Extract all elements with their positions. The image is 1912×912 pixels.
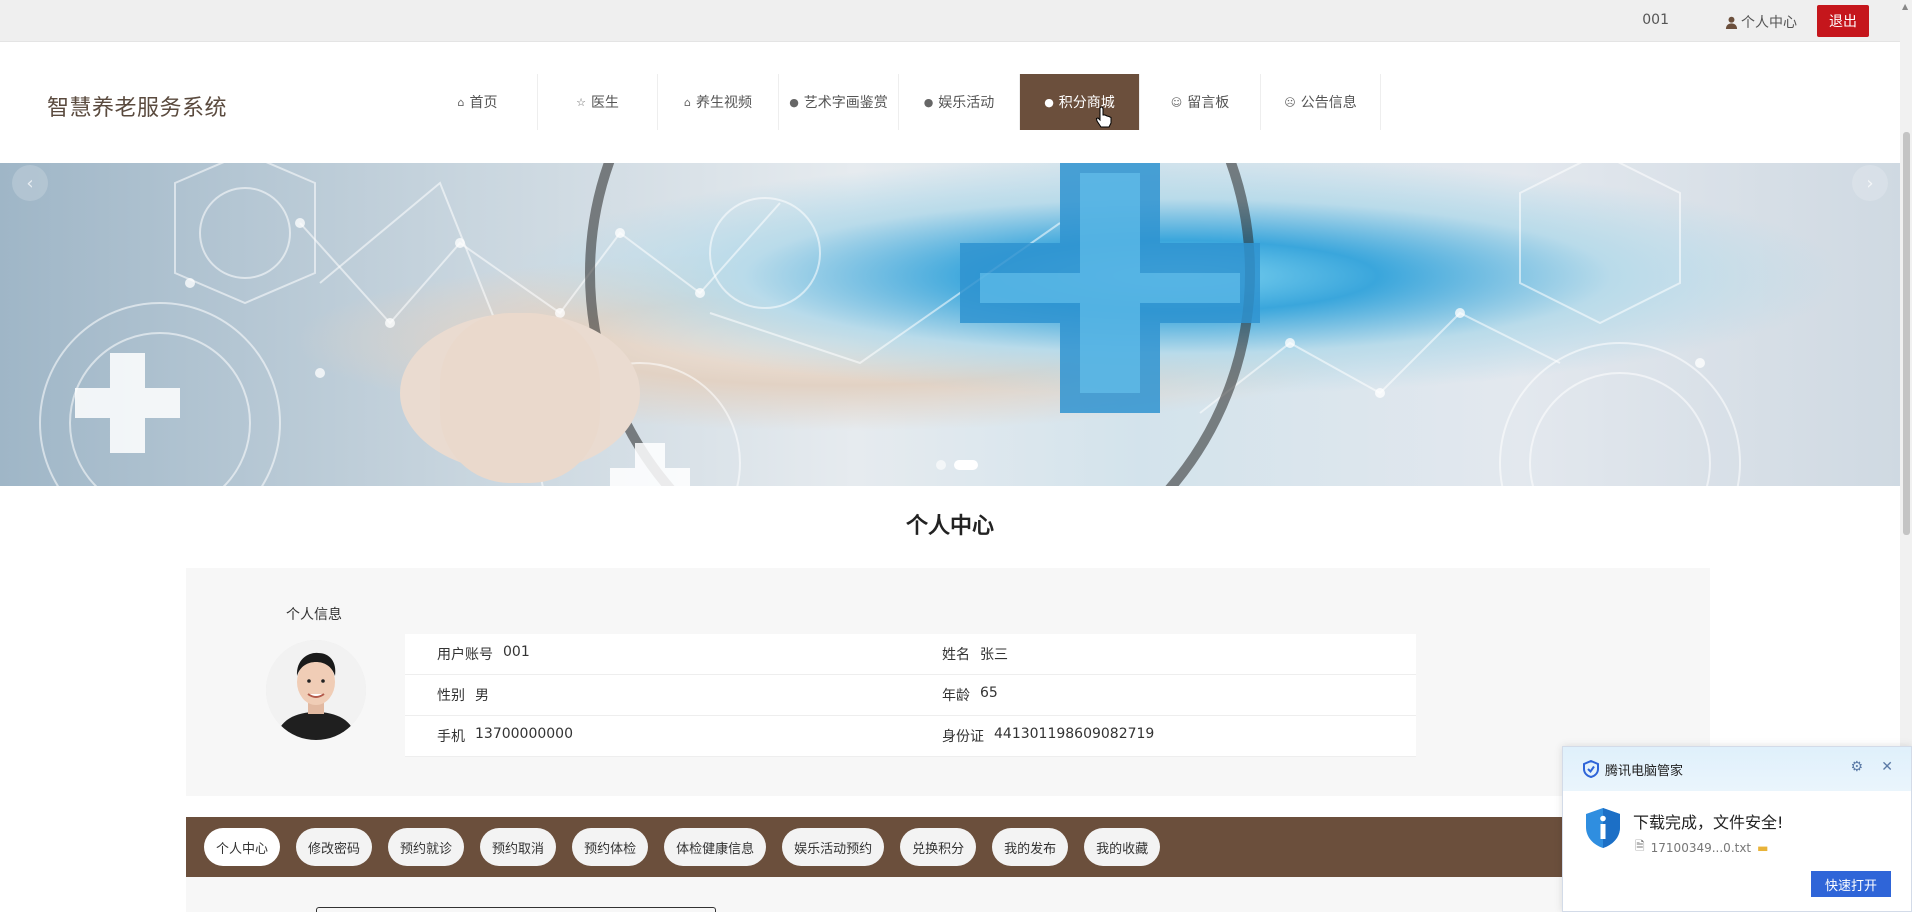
page-title: 个人中心 [905,514,994,539]
notification-title: 腾讯电脑管家 [1605,763,1684,779]
profile-section-label: 个人信息 [286,607,342,623]
info-value: 男 [475,688,489,704]
tab-2[interactable]: 预约就诊 [388,828,465,866]
profile-link[interactable]: 个人中心 [1725,12,1797,32]
banner-dot-active[interactable] [954,460,978,470]
info-cell: 手机 13700000000 [405,726,910,746]
hand-cursor-icon [1095,106,1112,128]
info-cell: 身份证 441301198609082719 [910,726,1415,746]
nav-item-2[interactable]: ⌂ 养生视频 [658,74,779,130]
folder-icon[interactable]: ▬ [1757,841,1768,855]
tab-8[interactable]: 我的发布 [992,828,1069,866]
nav-label: 留言板 [1187,95,1230,111]
info-shield-icon [1586,808,1620,848]
main-nav: ⌂ 首页 ☆ 医生 ⌂ 养生视频 ● 艺术字画鉴赏 ● 娱乐活动 ● 积分商城 ☺ 留言板 ☹ 公告信息 [418,74,1381,130]
info-label: 手机 [437,729,465,745]
banner-dot[interactable] [936,460,946,470]
nav-item-5[interactable]: ● 积分商城 [1020,74,1140,130]
info-label: 年龄 [942,688,970,704]
nav-item-7[interactable]: ☹ 公告信息 [1261,74,1381,130]
user-center-tabs: 个人中心 修改密码 预约就诊 预约取消 预约体检 体检健康信息 娱乐活动预约 兑换积分 我的发布… [204,828,1161,866]
info-label: 身份证 [942,729,984,745]
info-value: 65 [980,685,998,701]
nav-icon: ⌂ [457,95,465,109]
banner-next-button[interactable]: › [1852,165,1888,201]
tab-7[interactable]: 兑换积分 [900,828,977,866]
settings-icon[interactable]: ⚙ [1850,759,1863,775]
download-notification: 腾讯电脑管家 ⚙ ✕ 下载完成，文件安全! 🗎 17100349...0.txt… [1562,746,1912,912]
nav-label: 养生视频 [695,95,752,111]
info-cell: 用户账号 001 [405,644,910,664]
info-label: 用户账号 [437,647,493,663]
nav-item-6[interactable]: ☺ 留言板 [1140,74,1261,130]
nav-icon: ⌂ [684,95,691,109]
downloaded-file[interactable]: 🗎 17100349...0.txt ▬ [1635,837,1768,858]
info-label: 姓名 [942,647,970,663]
info-value: 001 [503,644,530,660]
content-box [316,907,716,912]
tab-0[interactable]: 个人中心 [204,828,281,866]
nav-icon: ● [1044,95,1054,109]
tab-4[interactable]: 预约体检 [572,828,649,866]
info-cell: 年龄 65 [910,685,1415,705]
shield-icon [1583,760,1599,778]
banner-pagination [936,460,978,470]
hero-banner: ‹ › [0,163,1900,486]
nav-icon: ● [923,95,934,109]
banner-prev-button[interactable]: ‹ [12,165,48,201]
avatar-portrait [266,640,366,740]
nav-icon: ☺ [1170,95,1183,109]
site-brand[interactable]: 智慧养老服务系统 [47,90,227,122]
file-icon: 🗎 [1635,839,1645,853]
info-row: 性别男 年龄 65 [405,675,1416,716]
nav-label: 娱乐活动 [938,95,995,111]
scroll-up-icon[interactable]: ▲ [1902,2,1908,11]
nav-label: 公告信息 [1300,95,1357,111]
avatar [266,640,366,740]
notification-message: 下载完成，文件安全! [1633,813,1784,832]
info-value: 张三 [980,647,1008,663]
close-icon[interactable]: ✕ [1881,759,1893,775]
nav-item-0[interactable]: ⌂ 首页 [418,74,538,130]
info-value: 13700000000 [475,726,573,742]
content-area [186,877,1710,912]
info-cell: 姓名 张三 [910,644,1415,664]
quick-open-button[interactable]: 快速打开 [1811,871,1891,897]
tab-6[interactable]: 娱乐活动预约 [782,828,885,866]
user-icon [1725,16,1738,29]
tab-5[interactable]: 体检健康信息 [664,828,767,866]
account-name: 001 [1642,12,1669,28]
nav-item-4[interactable]: ● 娱乐活动 [899,74,1020,130]
info-value: 441301198609082719 [994,726,1155,742]
info-cell: 性别男 [405,685,910,705]
top-bar: 001 个人中心 退出 [0,0,1912,42]
tab-1[interactable]: 修改密码 [296,828,373,866]
notification-header: 腾讯电脑管家 ⚙ ✕ [1563,747,1911,791]
nav-icon: ☆ [576,95,586,109]
nav-item-1[interactable]: ☆ 医生 [538,74,658,130]
info-row: 手机 13700000000 身份证 441301198609082719 [405,716,1416,757]
tab-3[interactable]: 预约取消 [480,828,557,866]
banner-graphic [39,163,1741,486]
file-name: 17100349...0.txt [1650,840,1752,855]
nav-icon: ☹ [1284,95,1296,109]
profile-info-table: 用户账号 001 姓名 张三性别男 年龄 65 手机 13700000000 身份证 441301… [405,634,1416,757]
logout-button[interactable]: 退出 [1817,5,1869,37]
profile-link-label: 个人中心 [1741,15,1797,31]
nav-label: 首页 [469,95,498,111]
scrollbar-thumb[interactable] [1903,132,1910,535]
info-row: 用户账号 001 姓名 张三 [405,634,1416,675]
info-label: 性别 [437,688,465,704]
nav-label: 医生 [590,95,619,111]
nav-label: 艺术字画鉴赏 [803,95,888,111]
tab-9[interactable]: 我的收藏 [1084,828,1161,866]
nav-item-3[interactable]: ● 艺术字画鉴赏 [779,74,899,130]
nav-icon: ● [789,95,799,109]
